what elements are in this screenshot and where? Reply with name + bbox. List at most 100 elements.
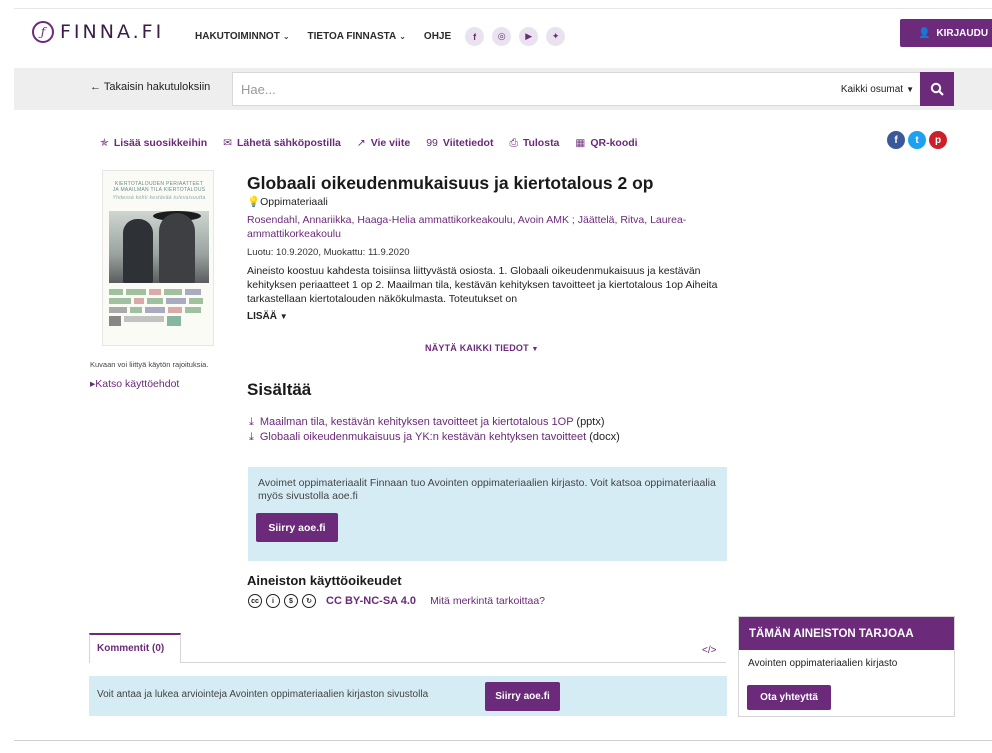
provider-name: Avointen oppimateriaalien kirjasto — [748, 658, 898, 669]
chevron-down-icon: ⌄ — [399, 32, 406, 41]
nav-label: TIETOA FINNASTA — [307, 31, 397, 42]
caret-down-icon: ▼ — [531, 346, 539, 353]
lightbulb-icon: 💡 — [247, 196, 261, 208]
print-button[interactable]: ⎙ Tulosta — [509, 137, 559, 150]
chevron-down-icon: ⌄ — [282, 32, 290, 41]
twitter-share-icon[interactable]: t — [908, 131, 926, 149]
toolbar-label: QR-koodi — [590, 137, 638, 149]
login-button[interactable]: 👤 KIRJAUDU — [900, 19, 992, 47]
more-label: LISÄÄ — [247, 311, 277, 322]
qr-icon: ▦ — [575, 137, 586, 149]
login-label: KIRJAUDU — [936, 27, 989, 39]
chevron-down-icon: ▼ — [906, 84, 914, 94]
star-icon: ✯ — [100, 137, 109, 149]
cover-subtitle-text: Yhdessä kohti kestävää tulevaisuutta — [112, 195, 206, 201]
add-favorite-button[interactable]: ✯ Lisää suosikkeihin — [100, 137, 207, 150]
file-ext: (pptx) — [576, 416, 605, 428]
search-input[interactable]: Hae... Kaikki osumat ▼ — [232, 72, 920, 106]
tab-divider — [181, 662, 726, 663]
tab-comments[interactable]: Kommentit (0) — [89, 633, 181, 663]
record-type: 💡Oppimateriaali — [247, 195, 328, 208]
download-icon: ⤓ — [249, 416, 254, 428]
file-ext: (docx) — [589, 431, 620, 443]
license-link[interactable]: CC BY-NC-SA 4.0 — [326, 595, 416, 607]
goto-aoe-comments-button[interactable]: Siirry aoe.fi — [485, 682, 560, 711]
send-email-button[interactable]: ✉ Lähetä sähköpostilla — [223, 137, 341, 150]
qr-code-button[interactable]: ▦ QR-koodi — [575, 137, 637, 150]
record-abstract: Aineisto koostuu kahdesta toisiinsa liit… — [247, 265, 718, 305]
toolbar-label: Lähetä sähköpostilla — [237, 137, 341, 149]
user-icon: 👤 — [917, 27, 931, 39]
comments-info-box: Voit antaa ja lukea arviointeja Avointen… — [89, 676, 727, 716]
scope-label: Kaikki osumat — [840, 83, 904, 95]
record-title: Globaali oikeudenmukaisuus ja kiertotalo… — [247, 173, 654, 193]
show-more-toggle[interactable]: LISÄÄ ▼ — [247, 311, 288, 322]
export-icon: ↗ — [356, 137, 366, 149]
cover-image[interactable]: KIERTOTALOUDEN PERIAATTEET JA MAAILMAN T… — [102, 170, 214, 346]
finna-logo[interactable]: ƒ FINNA.FI — [32, 21, 164, 43]
export-button[interactable]: ↗ Vie viite — [357, 137, 410, 150]
twitter-icon[interactable]: ✦ — [546, 27, 566, 46]
search-button[interactable] — [920, 72, 954, 106]
toolbar-label: Vie viite — [370, 137, 411, 149]
file-name: Maailman tila, kestävän kehityksen tavoi… — [259, 416, 574, 428]
show-all-label: NÄYTÄ KAIKKI TIEDOT — [425, 343, 529, 353]
social-links: f ◎ ▶ ✦ — [465, 27, 566, 46]
site-header: ƒ FINNA.FI HAKUTOIMINNOT ⌄ TIETOA FINNAST… — [14, 8, 992, 58]
contact-button[interactable]: Ota yhteyttä — [747, 685, 831, 710]
print-icon: ⎙ — [509, 137, 518, 149]
terms-link[interactable]: ▸Katso käyttöehdot — [90, 378, 179, 390]
search-placeholder: Hae... — [241, 81, 276, 97]
record-authors[interactable]: Rosendahl, Annariikka, Haaga-Helia ammat… — [247, 213, 727, 241]
nav-hakutoiminnot[interactable]: HAKUTOIMINNOT ⌄ — [195, 31, 290, 42]
back-to-results-link[interactable]: ← Takaisin hakutuloksiin — [90, 81, 210, 93]
rights-heading: Aineiston käyttöoikeudet — [247, 573, 402, 588]
nav-ohje[interactable]: OHJE — [424, 31, 451, 42]
embed-code-icon[interactable]: </> — [702, 645, 716, 656]
cover-title: KIERTOTALOUDEN PERIAATTEET JA MAAILMAN T… — [111, 181, 207, 201]
pinterest-share-icon[interactable]: p — [929, 131, 947, 149]
provider-heading: TÄMÄN AINEISTON TARJOAA — [739, 617, 954, 650]
toolbar-label: Tulosta — [522, 137, 560, 149]
arrow-left-icon: ← — [90, 81, 101, 93]
goto-aoe-button[interactable]: Siirry aoe.fi — [256, 513, 338, 542]
back-label: Takaisin hakutuloksiin — [103, 81, 211, 93]
contains-heading: Sisältää — [247, 380, 312, 399]
instagram-icon[interactable]: ◎ — [492, 27, 512, 46]
search-scope-select[interactable]: Kaikki osumat ▼ — [841, 73, 920, 105]
nc-icon: $ — [284, 594, 298, 608]
footer-divider — [14, 740, 992, 741]
finna-logo-icon: ƒ — [32, 21, 54, 43]
main-nav: HAKUTOIMINNOT ⌄ TIETOA FINNASTA ⌄ OHJE f ◎… — [195, 27, 566, 46]
sa-icon: ↻ — [302, 594, 316, 608]
cover-photo — [109, 211, 209, 283]
aoe-info-box: Avoimet oppimateriaalit Finnaan tuo Avoi… — [248, 467, 727, 561]
cover-title-text: KIERTOTALOUDEN PERIAATTEET JA MAAILMAN T… — [112, 181, 206, 193]
license-row: cc i $ ↻ CC BY-NC-SA 4.0 Mitä merkintä t… — [248, 594, 545, 608]
share-buttons: f t p — [887, 131, 947, 149]
image-restriction-note: Kuvaan voi liittyä käytön rajoituksia. — [90, 360, 209, 369]
facebook-icon[interactable]: f — [465, 27, 485, 46]
show-all-details-toggle[interactable]: NÄYTÄ KAIKKI TIEDOT ▼ — [425, 343, 539, 353]
toolbar-label: Lisää suosikkeihin — [113, 137, 208, 149]
license-explain-link[interactable]: Mitä merkintä tarkoittaa? — [430, 595, 545, 607]
search-icon — [930, 82, 944, 96]
logo-text: FINNA.FI — [60, 21, 165, 43]
file-link[interactable]: ⤓ Maailman tila, kestävän kehityksen tavo… — [249, 416, 605, 429]
facebook-share-icon[interactable]: f — [887, 131, 905, 149]
nav-tietoa-finnasta[interactable]: TIETOA FINNASTA ⌄ — [308, 31, 406, 42]
toolbar-label: Viitetiedot — [442, 137, 494, 149]
file-name: Globaali oikeudenmukaisuus ja YK:n kestä… — [259, 431, 587, 443]
youtube-icon[interactable]: ▶ — [519, 27, 539, 46]
provider-panel: TÄMÄN AINEISTON TARJOAA Avointen oppimat… — [738, 616, 955, 717]
aoe-info-text: Avoimet oppimateriaalit Finnaan tuo Avoi… — [258, 477, 716, 502]
comments-info-text: Voit antaa ja lukea arviointeja Avointen… — [97, 689, 429, 700]
cc-icon: cc — [248, 594, 262, 608]
nav-label: HAKUTOIMINNOT — [195, 31, 280, 42]
file-link[interactable]: ⤓ Globaali oikeudenmukaisuus ja YK:n kest… — [249, 431, 620, 444]
record-type-label: Oppimateriaali — [260, 196, 328, 208]
cite-button[interactable]: 99 Viitetiedot — [426, 137, 493, 150]
record-toolbar: ✯ Lisää suosikkeihin ✉ Lähetä sähköpostill… — [100, 137, 638, 150]
cover-partner-logos — [109, 289, 209, 343]
by-icon: i — [266, 594, 280, 608]
